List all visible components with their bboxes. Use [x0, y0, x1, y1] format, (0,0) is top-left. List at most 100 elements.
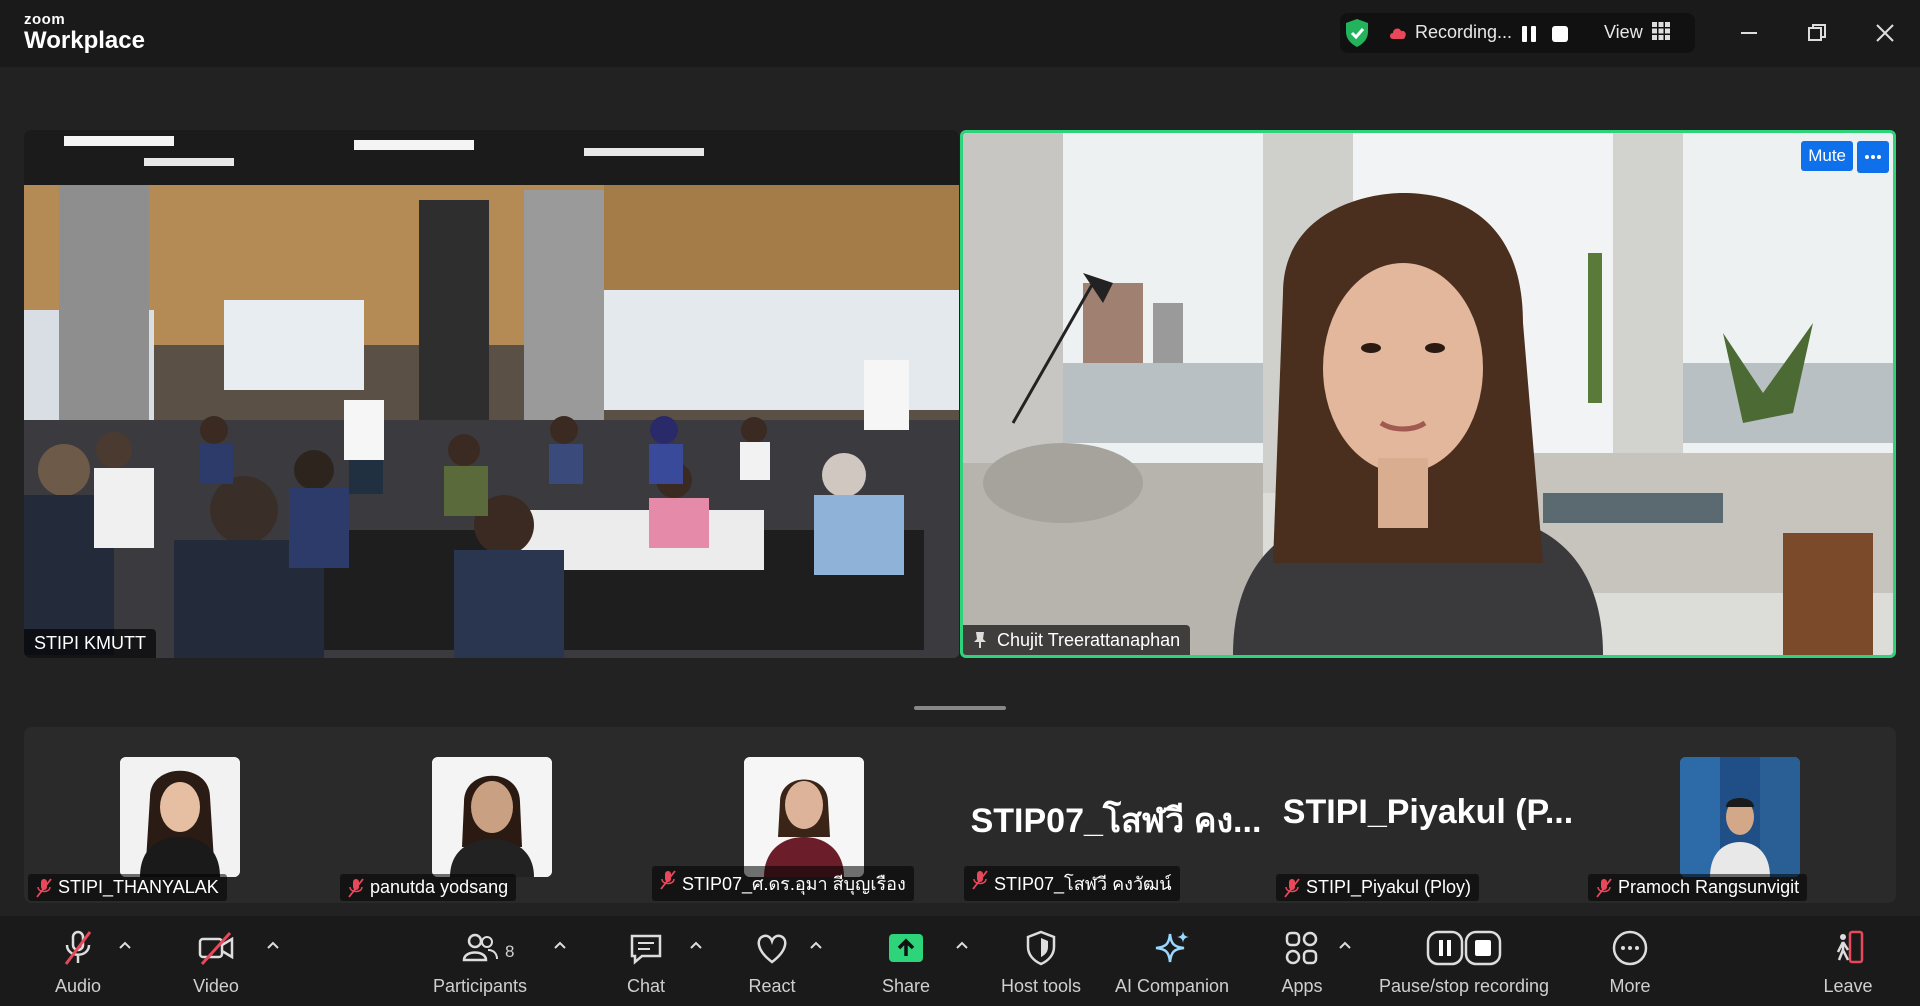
audio-label: Audio — [54, 976, 102, 996]
host-tools-shield-icon — [1026, 930, 1056, 966]
cloud-recording-icon — [1390, 28, 1406, 39]
grid-view-icon[interactable] — [1652, 22, 1670, 40]
leave-meeting-icon — [1836, 930, 1864, 964]
chat-button[interactable]: Chat — [616, 928, 676, 997]
chat-options-caret-icon[interactable] — [689, 940, 703, 950]
heart-icon — [757, 934, 787, 964]
share-options-caret-icon[interactable] — [955, 940, 969, 950]
participant-tile[interactable]: STIP07_โสฬวี คง... STIP07_โสฬวี คงวัฒน์ — [960, 727, 1272, 903]
more-label: More — [1609, 976, 1651, 996]
participant-avatar — [744, 757, 864, 877]
more-button[interactable]: More — [1600, 928, 1660, 997]
participants-options-caret-icon[interactable] — [553, 940, 567, 950]
react-button[interactable]: React — [742, 928, 802, 997]
participant-name: STIPI_THANYALAK — [58, 877, 219, 897]
pin-icon — [974, 632, 986, 648]
participant-name-tag: STIPI_THANYALAK — [28, 874, 227, 901]
apps-label: Apps — [1281, 976, 1323, 996]
participant-display-name: STIPI_Piyakul (P... — [1282, 793, 1574, 831]
apps-button[interactable]: Apps — [1272, 928, 1332, 997]
participant-name-tag: Pramoch Rangsunvigit — [1588, 874, 1808, 901]
video-tile-room[interactable]: STIPI KMUTT — [24, 130, 959, 658]
apps-icon — [1285, 931, 1318, 965]
video-tile-active-speaker[interactable]: Mute Chujit Treerattanaphan — [960, 130, 1896, 658]
apps-options-caret-icon[interactable] — [1338, 940, 1352, 950]
video-off-icon — [198, 931, 234, 966]
participants-icon — [462, 933, 498, 962]
speaker-video-feed — [963, 133, 1893, 655]
participant-tile[interactable]: Pramoch Rangsunvigit — [1584, 727, 1896, 903]
participants-button[interactable]: Participants — [430, 928, 530, 997]
leave-button[interactable]: Leave — [1818, 928, 1878, 997]
share-button[interactable]: Share — [876, 928, 936, 997]
chat-icon — [630, 934, 662, 965]
pause-recording-icon[interactable] — [1518, 22, 1540, 46]
recording-status-text: Recording... — [1415, 22, 1513, 42]
minimize-icon[interactable] — [1734, 18, 1764, 48]
share-label: Share — [881, 976, 931, 996]
participant-gallery-strip: STIPI_THANYALAK panutda yodsang STIP07_ศ… — [24, 727, 1896, 903]
room-name-tag: STIPI KMUTT — [24, 629, 156, 658]
mic-muted-icon — [1596, 878, 1612, 898]
view-button[interactable]: View — [1604, 22, 1643, 43]
resize-handle[interactable] — [914, 706, 1006, 710]
ai-companion-label: AI Companion — [1114, 976, 1230, 996]
pause-stop-recording-icon — [1426, 930, 1502, 966]
classroom-video-feed — [24, 130, 959, 658]
video-label: Video — [193, 976, 239, 996]
participant-name-tag: STIP07_โสฬวี คงวัฒน์ — [964, 866, 1180, 901]
participant-photo — [120, 757, 240, 877]
restore-icon[interactable] — [1802, 18, 1832, 48]
encryption-shield-icon[interactable] — [1344, 18, 1370, 48]
participant-name: Pramoch Rangsunvigit — [1618, 877, 1800, 897]
video-options-caret-icon[interactable] — [266, 940, 280, 950]
participants-label: Participants — [432, 976, 528, 996]
react-options-caret-icon[interactable] — [809, 940, 823, 950]
more-options-icon — [1612, 930, 1648, 966]
participant-avatar — [120, 757, 240, 877]
logo-big-text: Workplace — [24, 27, 145, 54]
pause-stop-recording-label: Pause/stop recording — [1378, 976, 1550, 996]
participant-name-tag: STIP07_ศ.ดร.อุมา สีบุญเรือง — [652, 866, 914, 901]
host-tools-button[interactable]: Host tools — [996, 928, 1086, 997]
participant-tile[interactable]: panutda yodsang — [336, 727, 648, 903]
participant-photo — [744, 757, 864, 877]
participant-tile[interactable]: STIPI_Piyakul (P... STIPI_Piyakul (Ploy) — [1272, 727, 1584, 903]
chat-label: Chat — [626, 976, 666, 996]
mic-muted-icon — [36, 878, 52, 898]
mic-muted-icon — [1284, 878, 1300, 898]
participant-name: STIP07_โสฬวี คงวัฒน์ — [994, 874, 1172, 894]
participant-tile[interactable]: STIPI_THANYALAK — [24, 727, 336, 903]
participant-photo — [1680, 757, 1800, 877]
mic-muted-icon — [660, 870, 676, 890]
mic-muted-icon — [64, 930, 92, 965]
participant-name: STIPI_Piyakul (Ploy) — [1306, 877, 1472, 897]
ai-companion-button[interactable]: AI Companion — [1110, 928, 1234, 997]
participant-tile[interactable]: STIP07_ศ.ดร.อุมา สีบุญเรือง — [648, 727, 960, 903]
logo-small-text: zoom — [24, 11, 66, 28]
video-button[interactable]: Video — [186, 928, 246, 997]
stop-recording-icon[interactable] — [1548, 22, 1572, 46]
zoom-workplace-logo: zoom Workplace — [24, 12, 145, 53]
participant-avatar — [432, 757, 552, 877]
close-icon[interactable] — [1870, 18, 1900, 48]
mute-participant-button[interactable]: Mute — [1801, 141, 1853, 171]
host-tools-label: Host tools — [1000, 976, 1082, 996]
pause-stop-recording-button[interactable]: Pause/stop recording — [1374, 928, 1554, 997]
speaker-name: Chujit Treerattanaphan — [997, 630, 1181, 650]
mic-muted-icon — [348, 878, 364, 898]
mic-muted-icon — [972, 870, 988, 890]
audio-button[interactable]: Audio — [48, 928, 108, 997]
participant-name-tag: panutda yodsang — [340, 874, 517, 901]
participant-photo — [432, 757, 552, 877]
meeting-toolbar: Audio Video Participants 8 Chat React Sh… — [0, 916, 1920, 1006]
ai-sparkle-icon — [1155, 931, 1189, 963]
participant-name: STIP07_ศ.ดร.อุมา สีบุญเรือง — [682, 874, 906, 894]
tile-more-options-icon[interactable] — [1857, 141, 1889, 173]
participant-name-tag: STIPI_Piyakul (Ploy) — [1276, 874, 1480, 901]
speaker-name-tag: Chujit Treerattanaphan — [963, 625, 1191, 655]
audio-options-caret-icon[interactable] — [118, 940, 132, 950]
participant-avatar — [1680, 757, 1800, 877]
react-label: React — [748, 976, 796, 996]
participant-display-name: STIP07_โสฬวี คง... — [970, 802, 1262, 840]
